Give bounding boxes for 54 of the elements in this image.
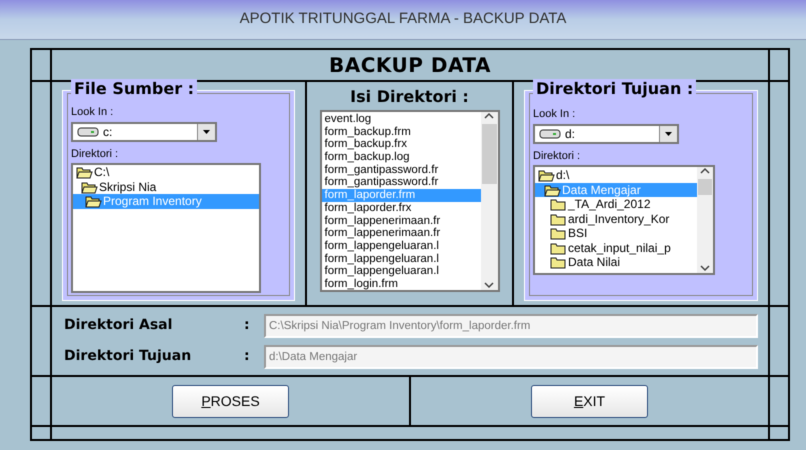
dropdown-button[interactable] (197, 124, 215, 140)
field-colon: : (244, 316, 251, 335)
dropdown-button[interactable] (659, 126, 677, 142)
field-label: Direktori : (533, 149, 582, 163)
field-label: Look In : (71, 105, 114, 119)
file-list[interactable] (320, 110, 500, 292)
directory-tree[interactable]: d:\ Data Mengajar _TA_Ardi_2012 ardi_Inventory_Kor BSI cetak_input_nilai_p Data Nilai (533, 165, 715, 275)
form-heading: BACKUP DATA (328, 52, 491, 79)
window-title: APOTIK TRITUNGGAL FARMA - BACKUP DATA (240, 9, 566, 30)
process-button[interactable]: PROSES (172, 384, 289, 418)
file-item[interactable]: form_gantipassword.fr (322, 176, 480, 190)
scroll-down-icon (483, 281, 495, 290)
tree-item[interactable]: BSI (535, 226, 697, 240)
path-field[interactable]: d:\Data Mengajar (264, 344, 758, 368)
field-label: Look In : (533, 107, 576, 121)
file-item[interactable]: form_lappenerimaan.fr (322, 227, 480, 240)
file-item[interactable]: form_lappenerimaan.fr (322, 214, 480, 228)
drive-icon (77, 126, 99, 138)
field-label: Direktori : (71, 147, 120, 161)
scrollbar[interactable] (480, 112, 498, 290)
drive-dropdown[interactable]: d: (533, 124, 679, 144)
tree-item[interactable]: Data Nilai (535, 255, 697, 270)
file-item[interactable]: form_lappengeluaran.l (322, 252, 480, 266)
file-item[interactable]: form_backup.frx (322, 138, 480, 152)
field-label: Direktori Asal (64, 316, 174, 335)
scroll-down-icon (699, 264, 711, 273)
file-item[interactable]: form_login.frm (322, 278, 480, 290)
file-item[interactable]: form_lappengeluaran.l (322, 265, 480, 278)
file-item[interactable]: form_backup.frm (322, 126, 480, 138)
file-item[interactable]: form_laporder.frx (322, 202, 480, 214)
tree-item[interactable]: cetak_input_nilai_p (535, 240, 697, 255)
tree-item[interactable]: _TA_Ardi_2012 (535, 197, 697, 212)
tree-item[interactable]: d:\ (535, 168, 697, 182)
caret-icon (201, 128, 212, 136)
scrollbar[interactable] (697, 167, 713, 273)
drive-dropdown[interactable]: c: (71, 122, 217, 142)
tree-item[interactable]: ardi_Inventory_Kor (535, 212, 697, 226)
tree-item[interactable]: Skripsi Nia (73, 180, 259, 194)
scroll-thumb[interactable] (482, 124, 496, 184)
drive-icon (539, 128, 561, 140)
panel-title: Direktori Tujuan : (533, 79, 696, 99)
field-colon: : (244, 347, 251, 366)
directory-tree[interactable]: C:\ Skripsi Nia Program Inventory (71, 163, 261, 293)
exit-button[interactable]: EXIT (531, 384, 648, 418)
file-item[interactable]: form_gantipassword.fr (322, 164, 480, 176)
caret-icon (663, 130, 674, 138)
field-label: Direktori Tujuan (64, 347, 192, 366)
path-field[interactable]: C:\Skripsi Nia\Program Inventory\form_laporder.frm (264, 314, 758, 338)
panel-title: Isi Direktori : (350, 86, 469, 108)
scroll-thumb[interactable] (698, 179, 712, 195)
tree-item[interactable]: C:\ (73, 165, 259, 180)
file-item[interactable]: form_lappengeluaran.l (322, 240, 480, 253)
file-item[interactable]: event.log (322, 113, 480, 126)
file-item[interactable]: form_backup.log (322, 151, 480, 164)
